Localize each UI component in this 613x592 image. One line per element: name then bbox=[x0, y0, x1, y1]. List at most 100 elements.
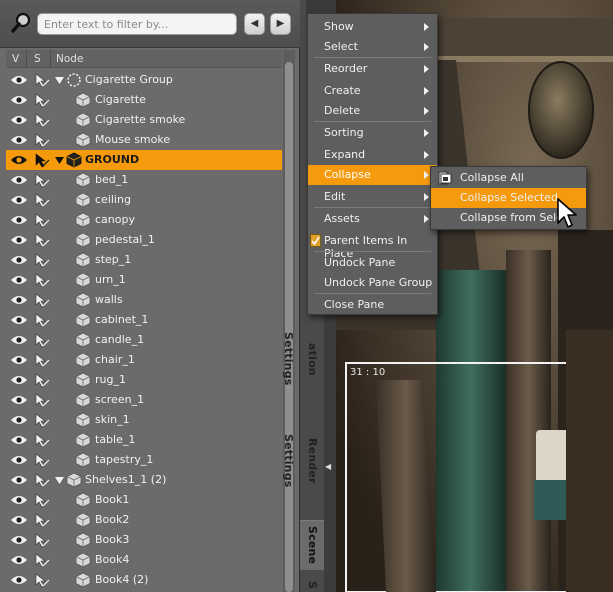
selectable-cursor-icon[interactable] bbox=[34, 173, 50, 188]
menu-item-delete[interactable]: Delete bbox=[308, 101, 437, 121]
selectable-cursor-icon[interactable] bbox=[34, 433, 50, 448]
tree-row[interactable]: walls bbox=[6, 290, 282, 310]
tree-row[interactable]: urn_1 bbox=[6, 270, 282, 290]
selectable-cursor-icon[interactable] bbox=[34, 313, 50, 328]
visibility-eye-icon[interactable] bbox=[10, 194, 28, 206]
selectable-cursor-icon[interactable] bbox=[34, 93, 50, 108]
column-node[interactable]: Node bbox=[56, 53, 83, 65]
menu-item-undock-pane[interactable]: Undock Pane bbox=[308, 253, 437, 273]
tree-row[interactable]: rug_1 bbox=[6, 370, 282, 390]
menu-item-undock-pane-group[interactable]: Undock Pane Group bbox=[308, 273, 437, 293]
expand-arrow-icon[interactable] bbox=[55, 75, 64, 84]
visibility-eye-icon[interactable] bbox=[10, 214, 28, 226]
column-selectable[interactable]: S bbox=[34, 53, 41, 65]
visibility-eye-icon[interactable] bbox=[10, 74, 28, 86]
tree-row[interactable]: canopy bbox=[6, 210, 282, 230]
tree-row[interactable]: Book4 bbox=[6, 550, 282, 570]
visibility-eye-icon[interactable] bbox=[10, 494, 28, 506]
visibility-eye-icon[interactable] bbox=[10, 274, 28, 286]
menu-item-assets[interactable]: Assets bbox=[308, 209, 437, 229]
selectable-cursor-icon[interactable] bbox=[34, 553, 50, 568]
selectable-cursor-icon[interactable] bbox=[34, 353, 50, 368]
selectable-cursor-icon[interactable] bbox=[34, 293, 50, 308]
menu-item-close-pane[interactable]: Close Pane bbox=[308, 295, 437, 315]
selectable-cursor-icon[interactable] bbox=[34, 193, 50, 208]
tree-row[interactable]: Mouse smoke bbox=[6, 130, 282, 150]
visibility-eye-icon[interactable] bbox=[10, 474, 28, 486]
tree-row[interactable]: tapestry_1 bbox=[6, 450, 282, 470]
tree-row[interactable]: bed_1 bbox=[6, 170, 282, 190]
selectable-cursor-icon[interactable] bbox=[34, 273, 50, 288]
menu-item-select[interactable]: Select bbox=[308, 37, 437, 57]
selectable-cursor-icon[interactable] bbox=[34, 153, 50, 168]
visibility-eye-icon[interactable] bbox=[10, 174, 28, 186]
tree-row[interactable]: screen_1 bbox=[6, 390, 282, 410]
menu-item-expand[interactable]: Expand bbox=[308, 145, 437, 165]
selectable-cursor-icon[interactable] bbox=[34, 493, 50, 508]
visibility-eye-icon[interactable] bbox=[10, 554, 28, 566]
column-visible[interactable]: V bbox=[12, 53, 19, 65]
selectable-cursor-icon[interactable] bbox=[34, 213, 50, 228]
tree-row[interactable]: GROUND bbox=[6, 150, 282, 170]
tree-row[interactable]: Cigarette Group bbox=[6, 70, 282, 90]
tree-row[interactable]: Book3 bbox=[6, 530, 282, 550]
tree-row[interactable]: Book4 (2) bbox=[6, 570, 282, 590]
tab-animation-settings[interactable]: ation Settings bbox=[282, 316, 324, 402]
selectable-cursor-icon[interactable] bbox=[34, 133, 50, 148]
selectable-cursor-icon[interactable] bbox=[34, 333, 50, 348]
selectable-cursor-icon[interactable] bbox=[34, 233, 50, 248]
menu-item-show[interactable]: Show bbox=[308, 17, 437, 37]
tree-row[interactable]: step_1 bbox=[6, 250, 282, 270]
next-match-button[interactable]: ▶ bbox=[270, 13, 291, 35]
tree-row[interactable]: cabinet_1 bbox=[6, 310, 282, 330]
tree-row[interactable]: ceiling bbox=[6, 190, 282, 210]
selectable-cursor-icon[interactable] bbox=[34, 473, 50, 488]
tree-row[interactable]: chair_1 bbox=[6, 350, 282, 370]
menu-item-reorder[interactable]: Reorder bbox=[308, 59, 437, 79]
collapse-pane-arrow-icon[interactable]: ◀ bbox=[325, 462, 331, 471]
tree-row[interactable]: skin_1 bbox=[6, 410, 282, 430]
menu-item-sorting[interactable]: Sorting bbox=[308, 123, 437, 143]
selectable-cursor-icon[interactable] bbox=[34, 73, 50, 88]
tree-row[interactable]: Cigarette bbox=[6, 90, 282, 110]
visibility-eye-icon[interactable] bbox=[10, 514, 28, 526]
previous-match-button[interactable]: ◀ bbox=[244, 13, 265, 35]
visibility-eye-icon[interactable] bbox=[10, 154, 28, 166]
selectable-cursor-icon[interactable] bbox=[34, 573, 50, 588]
visibility-eye-icon[interactable] bbox=[10, 314, 28, 326]
visibility-eye-icon[interactable] bbox=[10, 374, 28, 386]
visibility-eye-icon[interactable] bbox=[10, 354, 28, 366]
visibility-eye-icon[interactable] bbox=[10, 574, 28, 586]
visibility-eye-icon[interactable] bbox=[10, 134, 28, 146]
visibility-eye-icon[interactable] bbox=[10, 454, 28, 466]
menu-item-parent-items-in-place[interactable]: Parent Items In Place bbox=[308, 231, 437, 260]
tree-row[interactable]: pedestal_1 bbox=[6, 230, 282, 250]
tree-row[interactable]: Book1 bbox=[6, 490, 282, 510]
search-icon[interactable] bbox=[10, 12, 32, 34]
menu-item-edit[interactable]: Edit bbox=[308, 187, 437, 207]
menu-item-create[interactable]: Create bbox=[308, 81, 437, 101]
filter-input[interactable] bbox=[37, 13, 237, 35]
tab-surfaces[interactable]: S bbox=[300, 578, 324, 592]
tree-row[interactable]: Cigarette smoke bbox=[6, 110, 282, 130]
visibility-eye-icon[interactable] bbox=[10, 334, 28, 346]
selectable-cursor-icon[interactable] bbox=[34, 413, 50, 428]
tab-scene[interactable]: Scene bbox=[300, 520, 324, 570]
visibility-eye-icon[interactable] bbox=[10, 234, 28, 246]
expand-arrow-icon[interactable] bbox=[55, 155, 64, 164]
selectable-cursor-icon[interactable] bbox=[34, 253, 50, 268]
selectable-cursor-icon[interactable] bbox=[34, 513, 50, 528]
visibility-eye-icon[interactable] bbox=[10, 434, 28, 446]
submenu-item-collapse-all[interactable]: Collapse All bbox=[431, 168, 586, 188]
tree-row[interactable]: Book2 bbox=[6, 510, 282, 530]
tab-render-settings[interactable]: Render Settings bbox=[282, 412, 324, 510]
tree-row[interactable]: candle_1 bbox=[6, 330, 282, 350]
visibility-eye-icon[interactable] bbox=[10, 414, 28, 426]
visibility-eye-icon[interactable] bbox=[10, 114, 28, 126]
tree-row[interactable]: Shelves1_1 (2) bbox=[6, 470, 282, 490]
selectable-cursor-icon[interactable] bbox=[34, 533, 50, 548]
selectable-cursor-icon[interactable] bbox=[34, 453, 50, 468]
scrollbar-thumb[interactable] bbox=[285, 62, 293, 592]
expand-arrow-icon[interactable] bbox=[55, 475, 64, 484]
selectable-cursor-icon[interactable] bbox=[34, 113, 50, 128]
